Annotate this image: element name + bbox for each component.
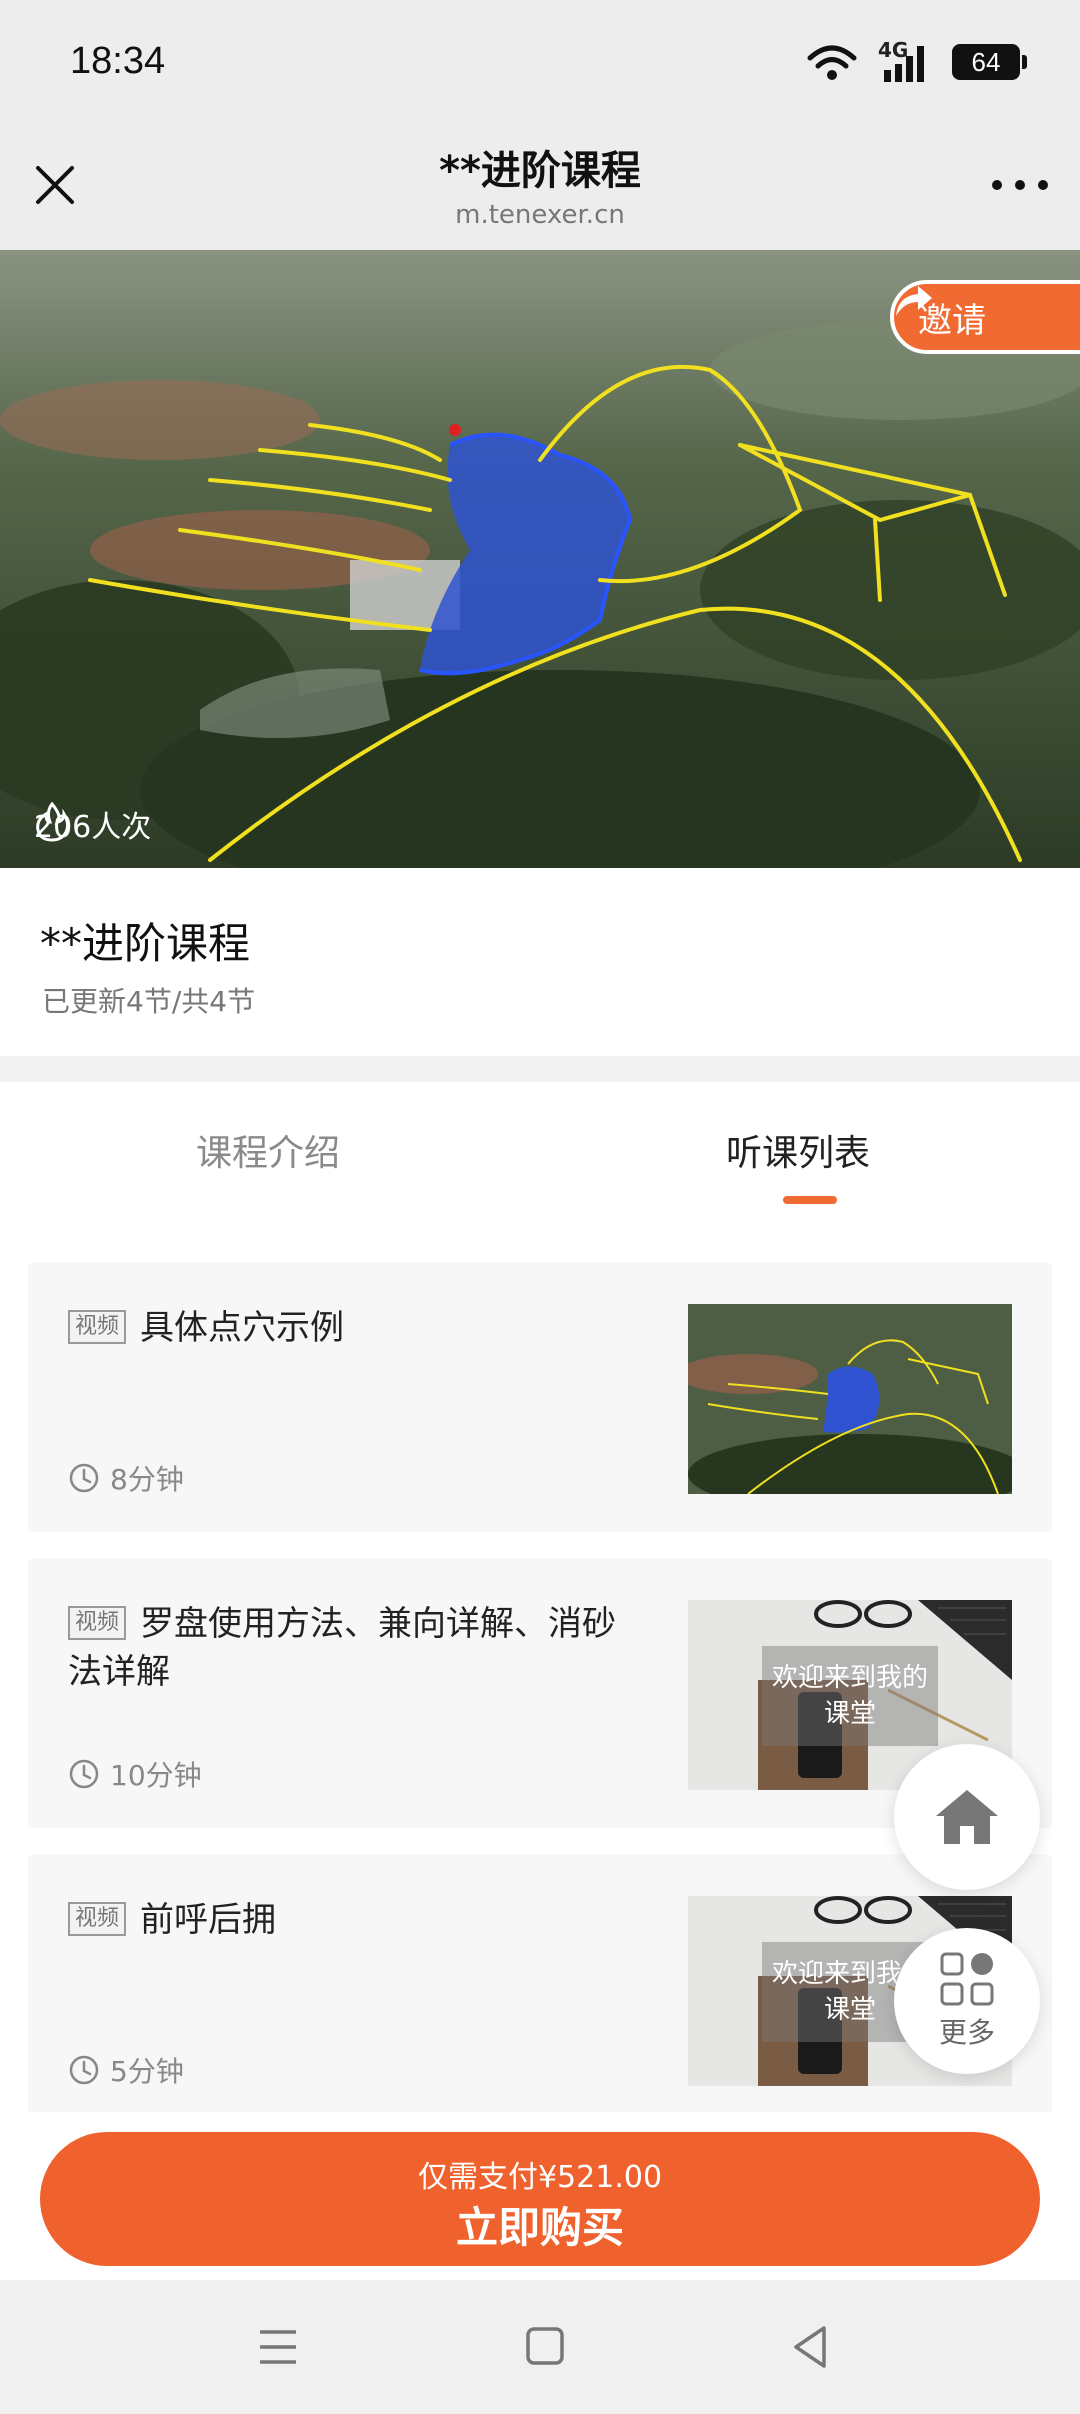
- more-dot-icon: [1015, 180, 1025, 190]
- clock-icon: [69, 2055, 99, 2085]
- cellular-signal-icon: 4G: [878, 38, 932, 82]
- lesson-duration-text: 5分钟: [110, 2055, 184, 2088]
- page-title: **进阶课程: [439, 148, 641, 194]
- video-badge: 视频: [68, 1310, 127, 1344]
- share-arrow-icon: [896, 286, 932, 316]
- lesson-title-text: 前呼后拥: [140, 1900, 277, 1940]
- aerial-thumbnail-image: [688, 1304, 1012, 1494]
- buy-now-button[interactable]: 仅需支付¥521.00 立即购买: [40, 2132, 1040, 2266]
- course-cover-image[interactable]: 邀请 206人次: [0, 250, 1080, 868]
- recent-apps-button[interactable]: [248, 2320, 308, 2374]
- lesson-title: 视频 具体点穴示例: [68, 1304, 628, 1352]
- back-system-button[interactable]: [782, 2320, 842, 2374]
- tab-lesson-list[interactable]: 听课列表: [726, 1124, 870, 1176]
- price-text: 仅需支付¥521.00: [417, 2160, 663, 2195]
- video-badge: 视频: [68, 1606, 127, 1640]
- lesson-title-text: 具体点穴示例: [140, 1308, 345, 1348]
- tab-course-intro[interactable]: 课程介绍: [196, 1124, 340, 1176]
- course-tabs: 课程介绍 听课列表: [0, 1082, 1080, 1212]
- status-bar: 18:34 4G 64: [0, 0, 1080, 130]
- page-domain: m.tenexer.cn: [455, 200, 625, 230]
- active-tab-indicator: [783, 1196, 837, 1204]
- square-icon: [526, 2327, 564, 2365]
- more-menu-button[interactable]: [992, 178, 1048, 192]
- status-time: 18:34: [70, 40, 166, 82]
- back-triangle-icon: [794, 2326, 826, 2368]
- buy-now-label: 立即购买: [455, 2203, 624, 2252]
- thumbnail-caption: 欢迎来到我的课堂: [762, 1646, 938, 1746]
- clock-icon: [69, 1463, 99, 1493]
- home-system-button[interactable]: [515, 2320, 575, 2374]
- more-dot-icon: [992, 180, 1002, 190]
- course-title: **进阶课程: [40, 919, 251, 968]
- view-count: 206人次: [34, 802, 151, 846]
- menu-icon: [260, 2330, 296, 2364]
- status-icons: 4G 64: [806, 38, 1027, 84]
- lesson-duration: 10分钟: [68, 1754, 202, 1794]
- lesson-duration-text: 10分钟: [110, 1759, 202, 1792]
- grid-apps-icon: [940, 1952, 994, 2006]
- lesson-thumbnail: [688, 1304, 1012, 1494]
- lesson-title: 视频 罗盘使用方法、兼向详解、消砂法详解: [68, 1600, 628, 1696]
- lesson-duration: 5分钟: [68, 2050, 184, 2090]
- lesson-item[interactable]: 视频 罗盘使用方法、兼向详解、消砂法详解 10分钟 欢迎来到我的课堂: [28, 1558, 1052, 1828]
- clock-icon: [69, 1759, 99, 1789]
- video-badge: 视频: [68, 1902, 127, 1936]
- battery-indicator: 64: [952, 44, 1027, 80]
- home-button[interactable]: [894, 1744, 1040, 1890]
- lesson-title: 视频 前呼后拥: [68, 1896, 628, 1944]
- wifi-icon: [807, 45, 857, 80]
- lesson-item[interactable]: 视频 具体点穴示例 8分钟: [28, 1262, 1052, 1532]
- course-progress: 已更新4节/共4节: [42, 985, 256, 1018]
- more-floating-button[interactable]: 更多: [894, 1928, 1040, 2074]
- invite-button[interactable]: 邀请: [890, 280, 1080, 354]
- more-label: 更多: [938, 2016, 995, 2049]
- lesson-duration: 8分钟: [68, 1458, 184, 1498]
- system-nav-bar: [0, 2280, 1080, 2414]
- nav-bar: **进阶课程 m.tenexer.cn: [0, 130, 1080, 250]
- flame-icon: [36, 802, 70, 842]
- more-dot-icon: [1038, 180, 1048, 190]
- course-info: **进阶课程 已更新4节/共4节: [0, 868, 1080, 1056]
- lesson-duration-text: 8分钟: [110, 1463, 184, 1496]
- lesson-title-text: 罗盘使用方法、兼向详解、消砂法详解: [68, 1604, 617, 1692]
- home-icon: [936, 1790, 998, 1844]
- purchase-bar: 仅需支付¥521.00 立即购买: [0, 2112, 1080, 2280]
- network-type: 4G: [878, 38, 909, 62]
